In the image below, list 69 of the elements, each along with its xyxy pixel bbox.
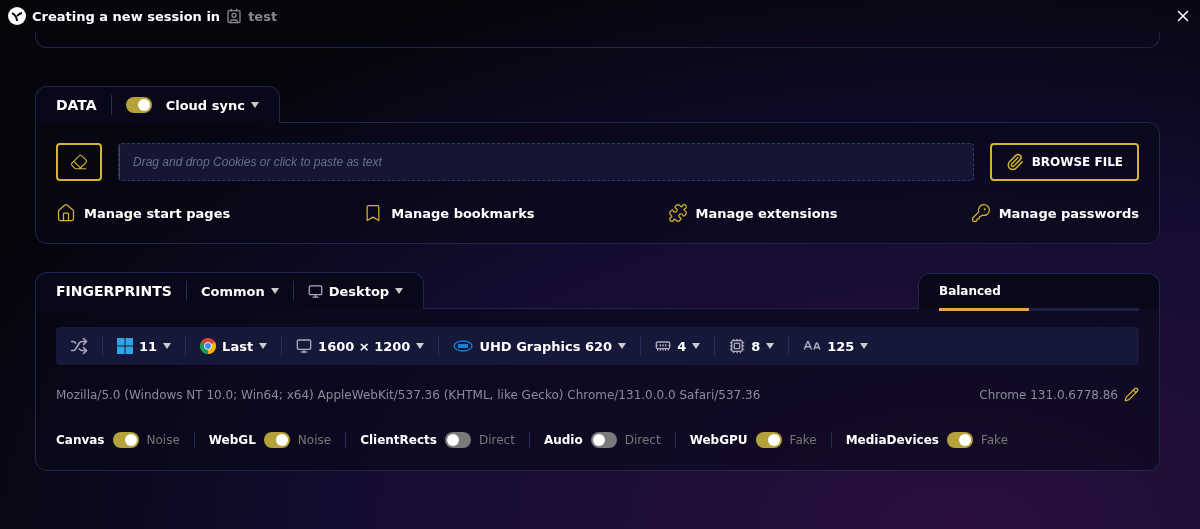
toggle-switch[interactable] (445, 432, 471, 448)
eraser-icon (70, 153, 88, 171)
edit-icon[interactable] (1124, 387, 1139, 402)
cookies-drop-field[interactable]: Drag and drop Cookies or click to paste as text (118, 143, 974, 181)
browse-file-button[interactable]: BROWSE FILE (989, 143, 1139, 181)
toggle-label: MediaDevices (845, 433, 939, 447)
profile-label: Balanced (939, 284, 1001, 298)
device-dropdown[interactable]: Desktop (307, 283, 404, 299)
caret-icon (416, 343, 425, 349)
toggle-label: Canvas (56, 433, 105, 447)
caret-icon (259, 343, 268, 349)
window-title: Creating a new session in (32, 8, 221, 24)
home-icon (56, 203, 76, 223)
chip-logo-icon (453, 340, 474, 352)
toggle-label: WebGPU (689, 433, 748, 447)
toggle-label: WebGL (208, 433, 256, 447)
toggle-mode: Direct (624, 433, 661, 447)
toggle-mode: Noise (297, 433, 332, 447)
manage-link[interactable]: Manage bookmarks (363, 203, 535, 223)
app-logo-icon (8, 7, 26, 25)
cpu-icon (729, 338, 746, 354)
parameter-dropdown[interactable]: Last (200, 338, 268, 354)
toggle-mode: Fake (980, 433, 1008, 447)
memory-icon (655, 338, 672, 354)
parameter-dropdown[interactable]: 125 (803, 337, 869, 355)
caret-icon (250, 102, 259, 108)
monitor-icon (296, 338, 313, 354)
preset-dropdown[interactable]: Common (200, 283, 279, 299)
toggle-switch[interactable] (755, 432, 782, 448)
caret-icon (395, 288, 404, 294)
caret-icon (860, 343, 869, 349)
parameter-dropdown[interactable]: 4 (655, 338, 701, 354)
manage-link[interactable]: Manage passwords (970, 203, 1139, 223)
user-agent-text: Mozilla/5.0 (Windows NT 10.0; Win64; x64) AppleWebKit/537.36 (KHTML, like Gecko) Chrome/131.0.0.0 Safari/537.36 (56, 387, 761, 402)
parameter-dropdown[interactable]: 11 (117, 338, 172, 354)
toggle-switch[interactable] (125, 97, 152, 113)
clear-button[interactable] (56, 143, 102, 181)
toggle-switch[interactable] (590, 432, 617, 448)
toggle-mode: Fake (789, 433, 817, 447)
caret-icon (618, 343, 627, 349)
paperclip-icon (1005, 153, 1024, 171)
browser-version: Chrome 131.0.6778.86 (979, 387, 1118, 402)
parameter-dropdown[interactable]: 8 (729, 338, 775, 354)
section-title: FINGERPRINTS (56, 283, 172, 299)
monitor-icon (307, 283, 323, 299)
toggle-switch[interactable] (112, 432, 139, 448)
windows-logo-icon (117, 338, 133, 354)
parameter-dropdown[interactable]: 1600 × 1200 (296, 338, 425, 354)
manage-link[interactable]: Manage extensions (667, 203, 838, 223)
profile-folder-icon (226, 8, 243, 24)
shuffle-icon[interactable] (70, 337, 88, 355)
parameter-dropdown[interactable]: UHD Graphics 620 (453, 338, 627, 354)
toggle-label: Audio (543, 433, 583, 447)
caret-icon (163, 343, 172, 349)
chrome-logo-icon (200, 338, 217, 354)
cloud-sync-dropdown[interactable]: Cloud sync (165, 97, 259, 113)
toggle-switch[interactable] (946, 432, 973, 448)
toggle-mode: Noise (146, 433, 180, 447)
section-title: DATA (56, 97, 97, 113)
caret-icon (766, 343, 775, 349)
caret-icon (692, 343, 701, 349)
manage-link[interactable]: Manage start pages (56, 203, 231, 223)
key-icon (970, 203, 991, 223)
toggle-mode: Direct (479, 433, 515, 447)
puzzle-icon (667, 203, 688, 223)
toggle-label: ClientRects (360, 433, 437, 447)
toggle-switch[interactable] (263, 432, 290, 448)
caret-icon (270, 288, 279, 294)
folder-name: test (248, 8, 278, 24)
